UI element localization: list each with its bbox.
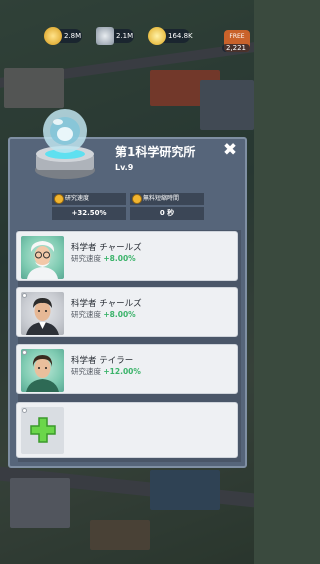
resource-steel-value: 2.1M [116,32,134,40]
scientist-portrait [21,292,64,335]
resource-coin-value: 164.8K [168,32,193,40]
lab-title: 第1科学研究所 [115,145,196,159]
scientist-card[interactable]: 科学者 テイラー 研究速度 +12.00% [16,344,238,394]
scientist-speed: 研究速度 +8.00% [71,309,136,320]
steel-icon [96,27,114,45]
scientist-speed-label: 研究速度 [71,367,101,376]
stat-free-shorten-time-label: 無料短縮時間 [143,195,180,202]
resource-gold[interactable]: 2.8M [44,27,82,45]
scientist-name: 科学者 テイラー [71,356,134,366]
resource-steel[interactable]: 2.1M [96,27,134,45]
stat-research-speed: 研究速度 +32.50% [52,193,126,221]
gold-icon [44,27,62,45]
stat-free-shorten-time: 無料短縮時間 0 秒 [130,193,204,221]
clock-icon [132,194,142,204]
scientist-speed-label: 研究速度 [71,310,101,319]
scientist-portrait [21,349,64,392]
free-button-label: FREE [229,33,245,40]
resource-bar: 2.8M 2.1M 164.8K FREE [0,26,254,52]
add-scientist-slot[interactable] [16,402,238,458]
resource-gold-value: 2.8M [64,32,82,40]
lab-level: Lv.9 [115,163,134,172]
scientist-card[interactable]: 科学者 チャールズ 研究速度 +8.00% [16,287,238,337]
scientist-portrait [21,236,64,279]
select-indicator [22,408,27,413]
scientist-speed-value: +12.00% [103,367,141,376]
scientist-speed: 研究速度 +12.00% [71,366,141,377]
scientist-speed-value: +8.00% [103,254,136,263]
scientist-name: 科学者 チャールズ [71,243,142,253]
top-counter: 2,221 [221,44,250,52]
select-indicator [22,293,27,298]
stat-research-speed-value: +32.50% [52,207,126,220]
plus-icon [30,417,56,443]
close-button[interactable]: ✖ [221,141,239,159]
scientist-card[interactable]: 科学者 チャールズ 研究速度 +8.00% [16,231,238,281]
research-lab-icon [35,109,95,179]
scientist-name: 科学者 チャールズ [71,299,142,309]
coin-icon [148,27,166,45]
close-icon: ✖ [222,140,238,160]
stat-free-shorten-time-value: 0 秒 [130,207,204,220]
add-scientist-button[interactable] [21,407,64,454]
scientist-speed-value: +8.00% [103,310,136,319]
resource-coin[interactable]: 164.8K [148,27,193,45]
scientist-speed: 研究速度 +8.00% [71,253,136,264]
scientist-speed-label: 研究速度 [71,254,101,263]
clock-icon [54,194,64,204]
select-indicator [22,350,27,355]
stat-research-speed-label: 研究速度 [65,195,90,202]
